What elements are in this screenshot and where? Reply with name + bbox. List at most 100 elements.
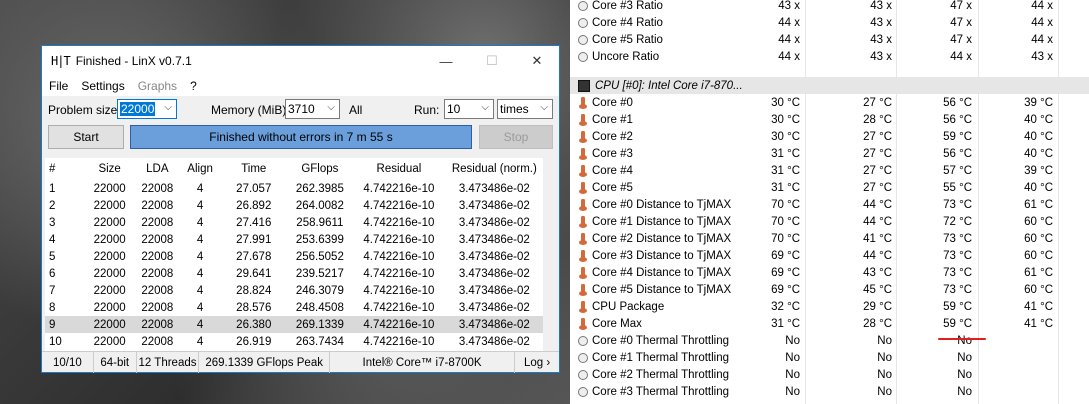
sensor-row[interactable]: Core #3 Ratio 43 x 43 x 47 x 44 x bbox=[570, 0, 1089, 14]
sensor-max: 59 °C bbox=[943, 300, 972, 313]
table-row[interactable]: 4 22000 22008 4 27.991 253.6399 4.742216e-10 3.… bbox=[45, 231, 543, 248]
sensor-min: 27 °C bbox=[863, 147, 892, 160]
sensor-current: 30 °C bbox=[771, 130, 800, 143]
sensor-current: 31 °C bbox=[771, 317, 800, 330]
sensor-row[interactable]: Core #3 31 °C 27 °C 56 °C 40 °C bbox=[570, 145, 1089, 162]
sensor-row[interactable]: Core #1 Thermal Throttling No No No bbox=[570, 349, 1089, 366]
header-gflops[interactable]: GFlops bbox=[288, 163, 353, 175]
menu-help[interactable]: ? bbox=[190, 79, 197, 93]
sensor-row[interactable]: Core #1 Distance to TjMAX 70 °C 44 °C 72 °C… bbox=[570, 213, 1089, 230]
maximize-button[interactable]: ☐ bbox=[469, 46, 515, 76]
cell-time: 26.919 bbox=[236, 335, 272, 348]
cell-align: 4 bbox=[196, 182, 204, 195]
table-row[interactable]: 10 22000 22008 4 26.919 263.7434 4.742216e-10 3… bbox=[45, 333, 543, 350]
run-label: Run: bbox=[414, 103, 440, 117]
table-row[interactable]: 8 22000 22008 4 28.576 248.4508 4.742216e-10 3.… bbox=[45, 299, 543, 316]
run-unit-select[interactable]: times ⌵ bbox=[497, 99, 553, 119]
sensor-row[interactable]: Core #0 30 °C 27 °C 56 °C 39 °C bbox=[570, 94, 1089, 111]
sensor-min: 43 °C bbox=[863, 266, 892, 279]
menu-graphs[interactable]: Graphs bbox=[138, 79, 177, 93]
menu-file[interactable]: File bbox=[49, 79, 68, 93]
sensor-name: Core #4 Ratio bbox=[592, 16, 663, 29]
thermometer-glyph bbox=[579, 199, 587, 211]
sensor-max: 72 °C bbox=[943, 215, 972, 228]
sensor-row[interactable]: Core #3 Distance to TjMAX 69 °C 44 °C 73 °C… bbox=[570, 247, 1089, 264]
cell-lda: 22008 bbox=[141, 318, 174, 331]
sensor-row[interactable]: Core #5 Ratio 44 x 43 x 47 x 44 x bbox=[570, 31, 1089, 48]
cell-gflops: 239.5217 bbox=[295, 267, 344, 280]
problem-size-value: 22000 bbox=[120, 102, 156, 116]
thermometer-icon bbox=[577, 250, 589, 262]
stop-button[interactable]: Stop bbox=[479, 125, 553, 149]
all-label[interactable]: All bbox=[349, 103, 362, 117]
problem-size-select[interactable]: 22000 ⌵ bbox=[117, 99, 177, 119]
close-button[interactable]: ✕ bbox=[514, 46, 560, 76]
sensor-row[interactable]: Core #2 Thermal Throttling No No No bbox=[570, 366, 1089, 383]
circle-icon bbox=[577, 386, 589, 398]
thermometer-glyph bbox=[579, 284, 587, 296]
cell-time: 27.057 bbox=[236, 182, 272, 195]
circle-icon bbox=[577, 17, 589, 29]
sensor-min: 27 °C bbox=[863, 164, 892, 177]
sensor-row[interactable]: Core #2 Distance to TjMAX 70 °C 41 °C 73 °C… bbox=[570, 230, 1089, 247]
sensor-average: 44 x bbox=[1031, 33, 1053, 46]
table-row[interactable]: 3 22000 22008 4 27.416 258.9611 4.742216e-10 3.… bbox=[45, 214, 543, 231]
linx-window[interactable]: H|T Finished - LinX v0.7.1 — ☐ ✕ File Se… bbox=[41, 45, 560, 373]
sensor-row[interactable]: Core #2 30 °C 27 °C 59 °C 40 °C bbox=[570, 128, 1089, 145]
table-row[interactable]: 5 22000 22008 4 27.678 256.5052 4.742216e-10 3.… bbox=[45, 248, 543, 265]
start-button[interactable]: Start bbox=[48, 125, 124, 149]
table-row[interactable]: 6 22000 22008 4 29.641 239.5217 4.742216e-10 3.… bbox=[45, 265, 543, 282]
cpu-category-label: CPU [#0]: Intel Core i7-870... bbox=[595, 79, 743, 92]
sensor-row[interactable]: Core #3 Thermal Throttling No No No bbox=[570, 383, 1089, 400]
sensor-row[interactable]: Core #4 Distance to TjMAX 69 °C 43 °C 73 °C… bbox=[570, 264, 1089, 281]
cell-align: 4 bbox=[196, 301, 204, 314]
cell-residual: 4.742216e-10 bbox=[363, 199, 435, 212]
log-button[interactable]: Log › bbox=[515, 352, 559, 373]
sensor-max: No bbox=[957, 368, 972, 381]
cell-residual: 4.742216e-10 bbox=[363, 284, 435, 297]
title-bar[interactable]: H|T Finished - LinX v0.7.1 — ☐ ✕ bbox=[42, 46, 559, 76]
cell-residual: 4.742216e-10 bbox=[363, 335, 435, 348]
sensor-row[interactable]: Core #0 Distance to TjMAX 70 °C 44 °C 73 °C… bbox=[570, 196, 1089, 213]
sensor-row[interactable]: Uncore Ratio 44 x 43 x 44 x 43 x bbox=[570, 48, 1089, 65]
sensor-row[interactable]: Core Max 31 °C 28 °C 59 °C 41 °C bbox=[570, 315, 1089, 332]
thermometer-glyph bbox=[579, 131, 587, 143]
sensor-row[interactable]: Core #1 30 °C 28 °C 56 °C 40 °C bbox=[570, 111, 1089, 128]
table-header: # Size LDA Align Time GFlops Residual Re… bbox=[45, 158, 543, 180]
table-scrollbar[interactable] bbox=[543, 158, 559, 351]
action-row: Start Finished without errors in 7 m 55 … bbox=[42, 122, 559, 150]
header-residual[interactable]: Residual bbox=[352, 163, 445, 175]
cell-time: 29.641 bbox=[236, 267, 272, 280]
header-residual-norm[interactable]: Residual (norm.) bbox=[446, 163, 543, 175]
table-row[interactable]: 2 22000 22008 4 26.892 264.0082 4.742216e-10 3.… bbox=[45, 197, 543, 214]
sensor-panel[interactable]: Core #3 Ratio 43 x 43 x 47 x 44 x Core #4 Rat… bbox=[570, 0, 1089, 404]
memory-select[interactable]: 3710 ⌵ bbox=[285, 99, 340, 119]
sensor-name: CPU Package bbox=[592, 300, 665, 313]
table-row[interactable]: 1 22000 22008 4 27.057 262.3985 4.742216e-10 3.… bbox=[45, 180, 543, 197]
cell-size: 22000 bbox=[93, 216, 126, 229]
cell-residual-norm: 3.473486e-02 bbox=[458, 267, 530, 280]
sensor-row[interactable]: Core #5 31 °C 27 °C 55 °C 40 °C bbox=[570, 179, 1089, 196]
results-table[interactable]: # Size LDA Align Time GFlops Residual Re… bbox=[45, 158, 543, 351]
minimize-button[interactable]: — bbox=[423, 46, 469, 76]
sensor-current: 70 °C bbox=[771, 215, 800, 228]
table-row[interactable]: 9 22000 22008 4 26.380 269.1339 4.742216e-10 3.… bbox=[45, 316, 543, 333]
header-align[interactable]: Align bbox=[180, 163, 220, 175]
header-size[interactable]: Size bbox=[85, 163, 135, 175]
circle-glyph bbox=[578, 34, 588, 45]
sensor-row[interactable]: CPU Package 32 °C 29 °C 59 °C 41 °C bbox=[570, 298, 1089, 315]
cell-residual: 4.742216e-10 bbox=[363, 216, 435, 229]
menu-settings[interactable]: Settings bbox=[81, 79, 124, 93]
sensor-row[interactable]: Core #0 Thermal Throttling No No No bbox=[570, 332, 1089, 349]
sensor-name: Core #4 Distance to TjMAX bbox=[592, 266, 732, 279]
header-time[interactable]: Time bbox=[220, 163, 288, 175]
sensor-row[interactable]: Core #4 Ratio 44 x 43 x 47 x 44 x bbox=[570, 14, 1089, 31]
cpu-category-row[interactable]: CPU [#0]: Intel Core i7-870... bbox=[570, 77, 1089, 94]
table-row[interactable]: 7 22000 22008 4 28.824 246.3079 4.742216e-10 3.… bbox=[45, 282, 543, 299]
thermometer-icon bbox=[577, 97, 589, 109]
header-lda[interactable]: LDA bbox=[134, 163, 180, 175]
sensor-row[interactable]: Core #4 31 °C 27 °C 57 °C 39 °C bbox=[570, 162, 1089, 179]
run-count-select[interactable]: 10 ⌵ bbox=[444, 99, 494, 119]
sensor-row[interactable]: Core #5 Distance to TjMAX 69 °C 45 °C 73 °C… bbox=[570, 281, 1089, 298]
header-index[interactable]: # bbox=[45, 163, 85, 175]
